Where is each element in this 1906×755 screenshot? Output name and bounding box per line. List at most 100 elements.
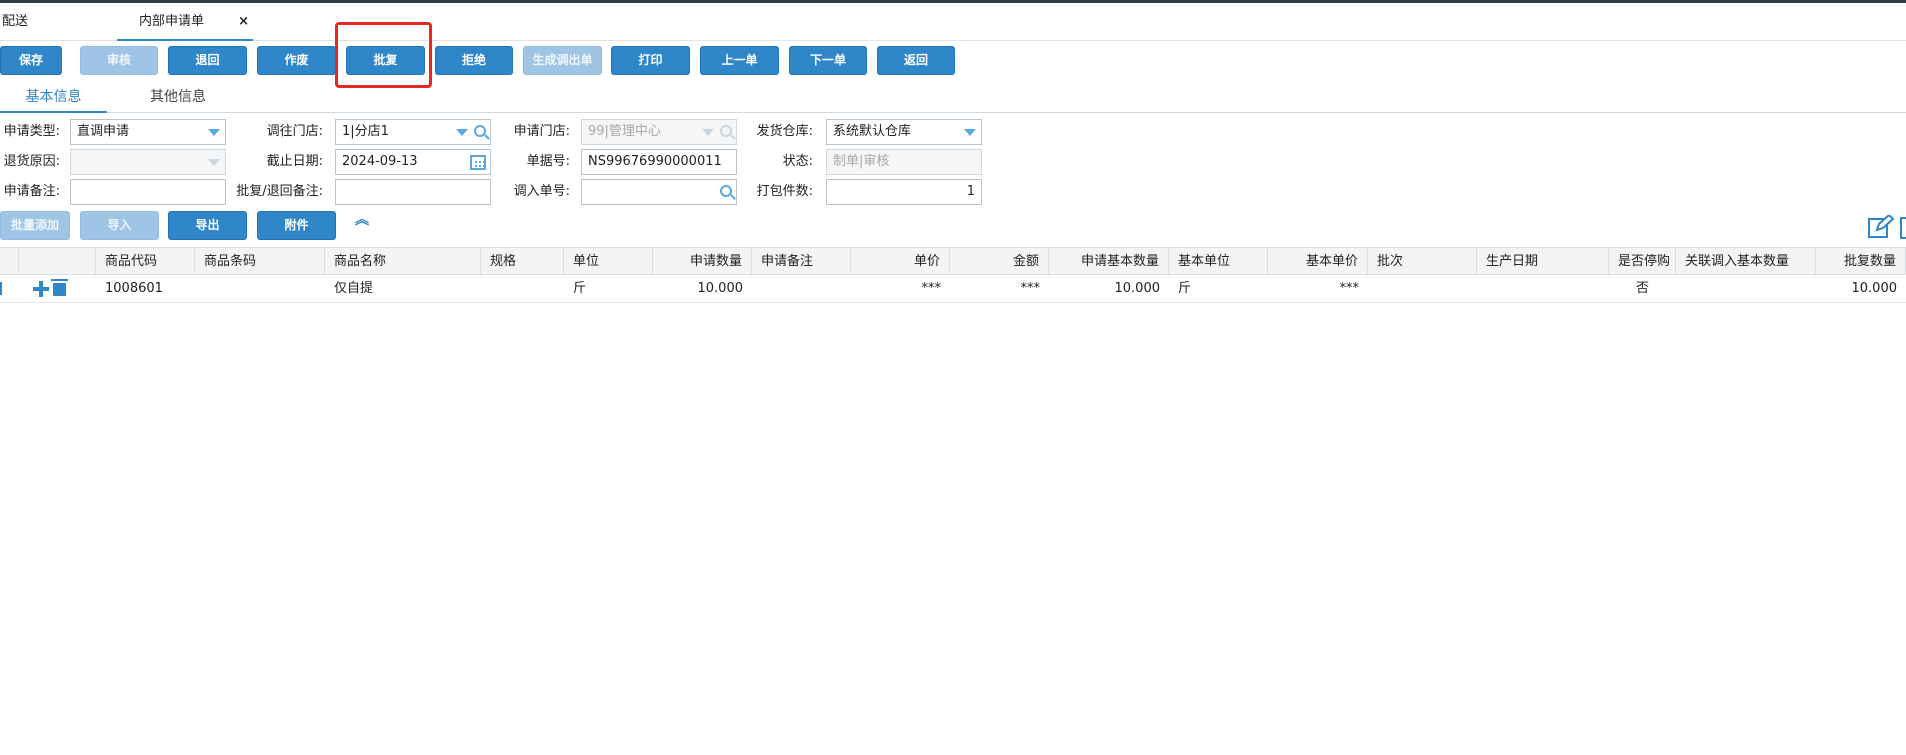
doc-no-field[interactable]: NS99676990000011 bbox=[581, 149, 737, 175]
column-header-prod-date[interactable]: 生产日期 bbox=[1477, 248, 1609, 275]
import-button[interactable]: 导入 bbox=[80, 211, 159, 240]
approve-highlight-box bbox=[335, 22, 432, 88]
chevron-down-icon bbox=[208, 159, 220, 166]
column-header-rownum bbox=[0, 248, 19, 275]
cell-linked-qty[interactable] bbox=[1676, 275, 1816, 303]
return-reason-select[interactable] bbox=[70, 149, 226, 175]
column-header-apply-remark[interactable]: 申请备注 bbox=[752, 248, 851, 275]
reject-button[interactable]: 拒绝 bbox=[435, 46, 513, 75]
column-header-stopped[interactable]: 是否停购 bbox=[1609, 248, 1676, 275]
panel-icon[interactable] bbox=[1900, 217, 1906, 239]
search-icon[interactable] bbox=[474, 125, 486, 137]
print-button[interactable]: 打印 bbox=[611, 46, 690, 75]
tab-basic-info[interactable]: 基本信息 bbox=[0, 83, 107, 113]
tab-delivery[interactable]: 配送 bbox=[2, 3, 116, 41]
next-doc-button[interactable]: 下一单 bbox=[789, 46, 867, 75]
cell-amount[interactable]: *** bbox=[950, 275, 1049, 303]
cell-base-qty[interactable]: 10.000 bbox=[1049, 275, 1169, 303]
cell-apply-remark[interactable] bbox=[752, 275, 851, 303]
pack-count-label: 打包件数: bbox=[756, 184, 813, 199]
search-icon[interactable] bbox=[720, 185, 732, 197]
add-row-icon[interactable] bbox=[33, 281, 49, 297]
calendar-icon[interactable] bbox=[470, 155, 486, 170]
return-reason-label: 退货原因: bbox=[3, 154, 60, 169]
cell-spec[interactable] bbox=[481, 275, 564, 303]
apply-remark-input[interactable] bbox=[70, 179, 226, 205]
column-header-base-qty[interactable]: 申请基本数量 bbox=[1049, 248, 1169, 275]
cell-code[interactable]: 1008601 bbox=[96, 275, 195, 303]
column-header-name[interactable]: 商品名称 bbox=[325, 248, 481, 275]
cell-unit[interactable]: 斤 bbox=[564, 275, 653, 303]
column-header-unit[interactable]: 单位 bbox=[564, 248, 653, 275]
previous-doc-button[interactable]: 上一单 bbox=[700, 46, 779, 75]
cell-batch[interactable] bbox=[1368, 275, 1477, 303]
column-header-base-price[interactable]: 基本单价 bbox=[1268, 248, 1368, 275]
in-doc-input[interactable] bbox=[581, 179, 737, 205]
table-row[interactable]: 1008601 仅自提 斤 10.000 *** *** 10.000 斤 **… bbox=[0, 275, 1906, 303]
back-button[interactable]: 返回 bbox=[877, 46, 955, 75]
status-value: 制单|审核 bbox=[833, 154, 890, 169]
audit-button[interactable]: 审核 bbox=[80, 46, 158, 75]
tab-internal-request[interactable]: 内部申请单 × bbox=[117, 3, 253, 41]
attachment-button[interactable]: 附件 bbox=[257, 211, 336, 240]
save-button[interactable]: 保存 bbox=[0, 46, 62, 75]
tab-strip: 配送 内部申请单 × bbox=[0, 3, 1906, 41]
chevron-down-icon[interactable] bbox=[208, 129, 220, 136]
warehouse-select[interactable]: 系统默认仓库 bbox=[826, 119, 982, 145]
chevron-down-icon[interactable] bbox=[964, 129, 976, 136]
warehouse-value: 系统默认仓库 bbox=[833, 124, 912, 139]
doc-no-label: 单据号: bbox=[526, 154, 570, 169]
generate-transfer-out-button[interactable]: 生成调出单 bbox=[523, 46, 602, 75]
reply-remark-input[interactable] bbox=[335, 179, 491, 205]
column-header-price[interactable]: 单价 bbox=[851, 248, 950, 275]
main-toolbar: 保存 审核 退回 作废 批复 拒绝 生成调出单 打印 上一单 下一单 返回 bbox=[0, 46, 1906, 76]
batch-add-button[interactable]: 批量添加 bbox=[0, 211, 70, 240]
apply-type-value: 直调申请 bbox=[77, 124, 130, 139]
tab-other-info[interactable]: 其他信息 bbox=[132, 83, 224, 113]
warehouse-label: 发货仓库: bbox=[756, 124, 813, 139]
return-button[interactable]: 退回 bbox=[168, 46, 247, 75]
collapse-up-icon[interactable]: ︽ bbox=[352, 213, 372, 235]
apply-store-label: 申请门店: bbox=[513, 124, 570, 139]
cell-reply-qty[interactable]: 10.000 bbox=[1816, 275, 1906, 303]
column-header-spec[interactable]: 规格 bbox=[481, 248, 564, 275]
void-button[interactable]: 作废 bbox=[257, 46, 336, 75]
cell-base-price[interactable]: *** bbox=[1268, 275, 1368, 303]
status-field: 制单|审核 bbox=[826, 149, 982, 175]
in-doc-label: 调入单号: bbox=[513, 184, 570, 199]
pack-count-input[interactable]: 1 bbox=[826, 179, 982, 205]
cell-prod-date[interactable] bbox=[1477, 275, 1609, 303]
column-header-amount[interactable]: 金额 bbox=[950, 248, 1049, 275]
apply-type-select[interactable]: 直调申请 bbox=[70, 119, 226, 145]
cell-price[interactable]: *** bbox=[851, 275, 950, 303]
deadline-value: 2024-09-13 bbox=[342, 154, 418, 169]
chevron-down-icon[interactable] bbox=[456, 129, 468, 136]
to-store-input[interactable]: 1|分店1 bbox=[335, 119, 491, 145]
to-store-label: 调往门店: bbox=[266, 124, 323, 139]
column-header-base-unit[interactable]: 基本单位 bbox=[1169, 248, 1268, 275]
deadline-date-input[interactable]: 2024-09-13 bbox=[335, 149, 491, 175]
close-icon[interactable]: × bbox=[238, 3, 249, 41]
apply-remark-label: 申请备注: bbox=[3, 184, 60, 199]
cell-stopped[interactable]: 否 bbox=[1609, 275, 1676, 303]
status-label: 状态: bbox=[782, 154, 813, 169]
column-header-batch[interactable]: 批次 bbox=[1368, 248, 1477, 275]
cell-base-unit[interactable]: 斤 bbox=[1169, 275, 1268, 303]
column-header-reply-qty[interactable]: 批复数量 bbox=[1816, 248, 1906, 275]
cell-barcode[interactable] bbox=[195, 275, 325, 303]
apply-store-input[interactable]: 99|管理中心 bbox=[581, 119, 737, 145]
pack-count-value: 1 bbox=[966, 184, 975, 199]
doc-no-value: NS99676990000011 bbox=[588, 154, 722, 169]
deadline-label: 截止日期: bbox=[266, 154, 323, 169]
cell-apply-qty[interactable]: 10.000 bbox=[653, 275, 752, 303]
column-header-barcode[interactable]: 商品条码 bbox=[195, 248, 325, 275]
export-button[interactable]: 导出 bbox=[168, 211, 247, 240]
cell-name[interactable]: 仅自提 bbox=[325, 275, 481, 303]
info-subtabs: 基本信息 其他信息 bbox=[0, 83, 1906, 113]
column-header-linked-qty[interactable]: 关联调入基本数量 bbox=[1676, 248, 1816, 275]
column-header-code[interactable]: 商品代码 bbox=[96, 248, 195, 275]
delete-row-icon[interactable] bbox=[51, 279, 68, 296]
column-header-apply-qty[interactable]: 申请数量 bbox=[653, 248, 752, 275]
edit-icon[interactable] bbox=[1868, 213, 1895, 239]
column-header-actions bbox=[18, 248, 96, 275]
